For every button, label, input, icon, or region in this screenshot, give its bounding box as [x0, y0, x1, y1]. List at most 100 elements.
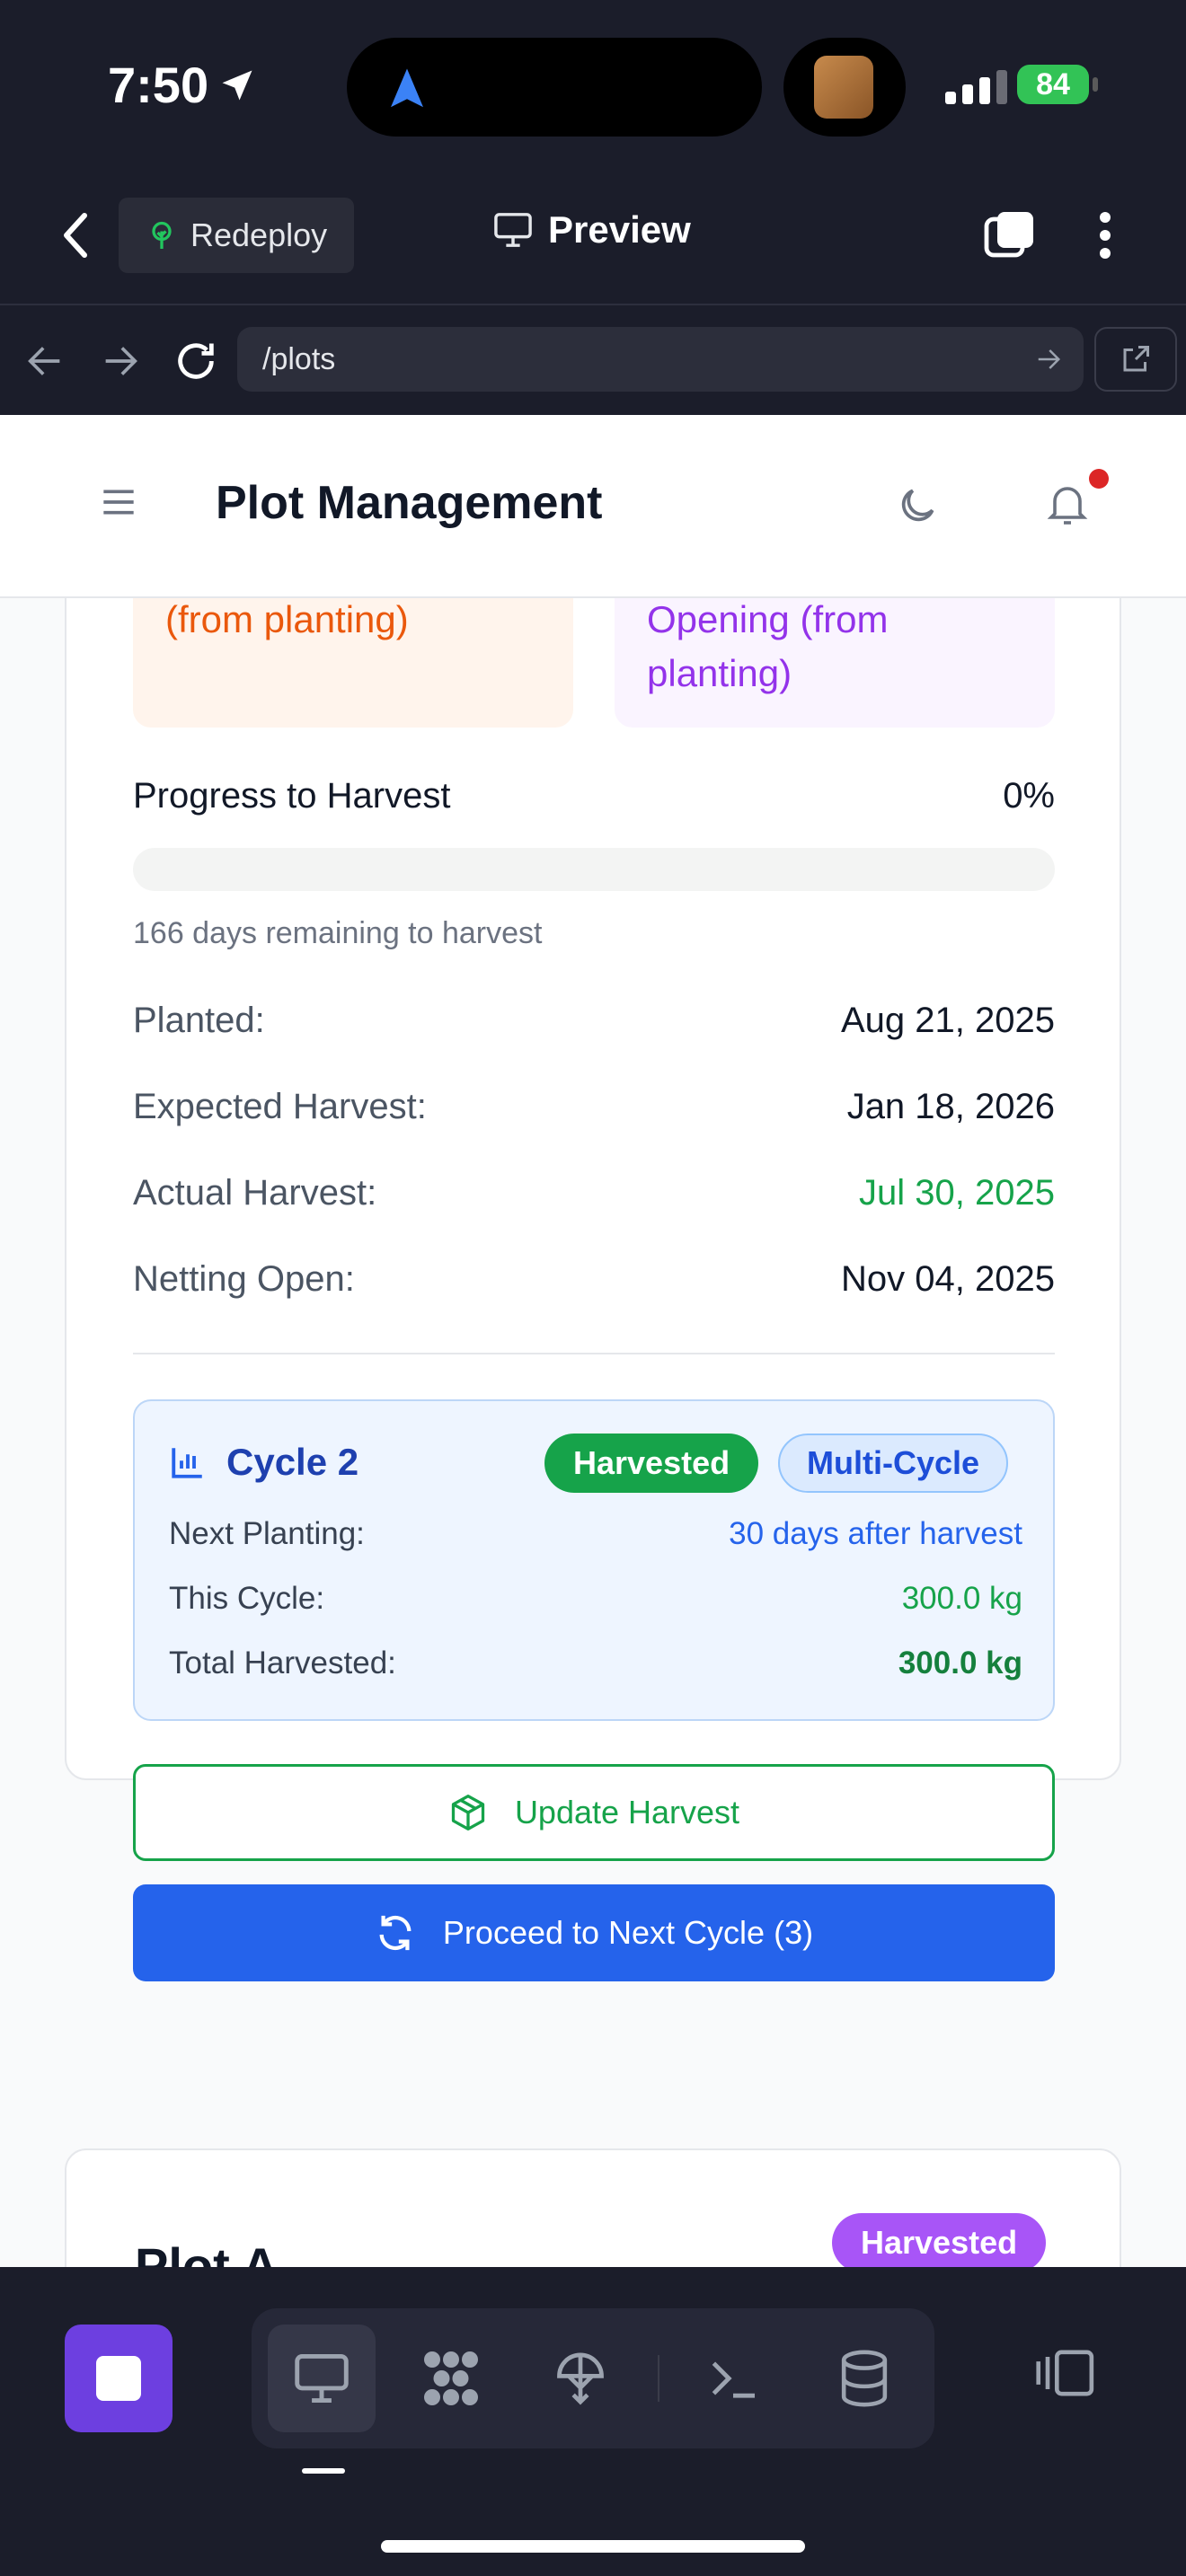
go-arrow-icon[interactable] — [1035, 347, 1062, 372]
database-icon — [841, 2350, 888, 2407]
detail-label: Netting Open: — [133, 1259, 355, 1299]
update-harvest-label: Update Harvest — [514, 1794, 740, 1831]
detail-value: Jan 18, 2026 — [846, 1087, 1055, 1126]
status-badge: Harvested — [544, 1434, 759, 1493]
more-options-icon[interactable] — [1091, 208, 1120, 262]
section-divider — [133, 1353, 1055, 1354]
database-view-button[interactable] — [810, 2325, 918, 2432]
terminal-view-button[interactable] — [679, 2325, 787, 2432]
plot-title: Plot A — [135, 2237, 279, 2267]
stop-icon — [96, 2356, 141, 2401]
total-harvested-value: 300.0 kg — [898, 1645, 1022, 1681]
detail-value: Jul 30, 2025 — [859, 1173, 1055, 1213]
total-harvested-row: Total Harvested: 300.0 kg — [169, 1645, 1022, 1681]
multi-cycle-badge: Multi-Cycle — [778, 1434, 1009, 1493]
preview-title: Preview — [492, 208, 691, 251]
toolbar-separator — [658, 2355, 659, 2402]
next-planting-value: 30 days after harvest — [729, 1516, 1022, 1551]
moon-icon[interactable] — [895, 483, 940, 528]
detail-label: Expected Harvest: — [133, 1087, 427, 1126]
plot-card-2[interactable]: Plot A Harvested — [65, 2148, 1121, 2267]
view-switcher — [252, 2308, 934, 2448]
next-cycle-button[interactable]: Proceed to Next Cycle (3) — [133, 1884, 1055, 1981]
menu-icon[interactable] — [101, 487, 137, 517]
update-harvest-button[interactable]: Update Harvest — [133, 1764, 1055, 1861]
detail-label: Actual Harvest: — [133, 1173, 377, 1213]
detail-row-actual-harvest: Actual Harvest: Jul 30, 2025 — [133, 1173, 1055, 1213]
plot-card: Days Until Harvest (from planting) Days … — [65, 598, 1121, 1981]
redeploy-button[interactable]: Redeploy — [119, 198, 355, 273]
monitor-icon — [295, 2354, 349, 2403]
progress-label: Progress to Harvest — [133, 776, 451, 816]
preview-view-button[interactable] — [268, 2325, 376, 2432]
stop-button[interactable] — [65, 2325, 173, 2432]
location-arrow-icon — [222, 70, 252, 100]
progress-bar — [133, 848, 1055, 891]
sprout-icon — [152, 221, 172, 249]
ide-bottom-toolbar — [0, 2267, 1186, 2576]
battery-tip — [1093, 77, 1098, 92]
deploy-view-button[interactable] — [527, 2325, 634, 2432]
status-badge: Harvested — [832, 2213, 1047, 2267]
detail-row-netting-open: Netting Open: Nov 04, 2025 — [133, 1259, 1055, 1300]
app-header: Plot Management — [0, 415, 1186, 598]
this-cycle-row: This Cycle: 300.0 kg — [169, 1581, 1022, 1617]
deploy-icon — [557, 2352, 604, 2405]
header-divider — [0, 304, 1186, 305]
status-time-text: 7:50 — [108, 57, 209, 113]
browser-forward-icon[interactable] — [101, 343, 140, 379]
tabs-icon[interactable] — [983, 208, 1037, 262]
battery-level: 84 — [1036, 66, 1070, 101]
package-icon — [451, 1795, 485, 1831]
url-text: /plots — [262, 341, 336, 376]
cycle-title: Cycle 2 — [169, 1441, 358, 1484]
detail-value: Aug 21, 2025 — [841, 1001, 1055, 1040]
progress-value: 0% — [1003, 776, 1055, 816]
status-time: 7:50 — [108, 56, 257, 114]
next-planting-label: Next Planting: — [169, 1516, 365, 1551]
apps-grid-icon — [424, 2351, 478, 2405]
refresh-cycle-icon — [379, 1915, 412, 1951]
detail-value: Nov 04, 2025 — [841, 1259, 1055, 1299]
total-harvested-label: Total Harvested: — [169, 1645, 396, 1681]
days-until-shade-tile: Days Until Shade Opening (from planting) — [615, 598, 1055, 728]
progress-header: Progress to Harvest 0% — [133, 776, 1055, 816]
split-view-icon[interactable] — [1031, 2346, 1096, 2400]
live-activity-thumbnail — [783, 38, 906, 137]
reload-icon[interactable] — [173, 338, 219, 384]
battery-icon: 84 — [1017, 65, 1089, 104]
redeploy-label: Redeploy — [190, 216, 328, 253]
active-tab-indicator — [302, 2468, 345, 2474]
url-bar[interactable]: /plots — [237, 327, 1084, 392]
page-title: Plot Management — [216, 477, 603, 529]
detail-label: Planted: — [133, 1001, 265, 1040]
detail-row-planted: Planted: Aug 21, 2025 — [133, 1001, 1055, 1041]
apps-view-button[interactable] — [397, 2325, 505, 2432]
preview-label: Preview — [548, 208, 691, 251]
monitor-icon — [494, 213, 532, 247]
detail-row-expected-harvest: Expected Harvest: Jan 18, 2026 — [133, 1087, 1055, 1127]
bar-chart-icon — [172, 1448, 202, 1478]
days-until-harvest-label: Days Until Harvest (from planting) — [165, 598, 409, 640]
terminal-icon — [712, 2361, 755, 2398]
thumbnail-image — [814, 56, 873, 119]
ide-top-chrome: 7:50 84 Redeploy Preview /plots — [0, 0, 1186, 415]
dynamic-island — [347, 38, 762, 137]
back-chevron-icon[interactable] — [59, 212, 95, 259]
navigation-arrow-icon — [391, 68, 423, 108]
open-external-button[interactable] — [1094, 327, 1177, 392]
home-indicator[interactable] — [381, 2540, 805, 2553]
this-cycle-value: 300.0 kg — [901, 1581, 1022, 1616]
plots-list[interactable]: Days Until Harvest (from planting) Days … — [0, 598, 1186, 2267]
days-until-shade-label: Days Until Shade Opening (from planting) — [647, 598, 889, 694]
days-until-harvest-tile: Days Until Harvest (from planting) — [133, 598, 573, 728]
browser-back-icon[interactable] — [25, 343, 65, 379]
this-cycle-label: This Cycle: — [169, 1581, 325, 1616]
bell-icon[interactable] — [1046, 481, 1089, 528]
next-cycle-label: Proceed to Next Cycle (3) — [442, 1914, 814, 1951]
remaining-text: 166 days remaining to harvest — [133, 916, 543, 950]
next-planting-row: Next Planting: 30 days after harvest — [169, 1516, 1022, 1552]
cycle-summary: Cycle 2 Harvested Multi-Cycle Next Plant… — [133, 1399, 1055, 1721]
notification-dot — [1089, 469, 1109, 489]
signal-icon — [945, 70, 1007, 104]
